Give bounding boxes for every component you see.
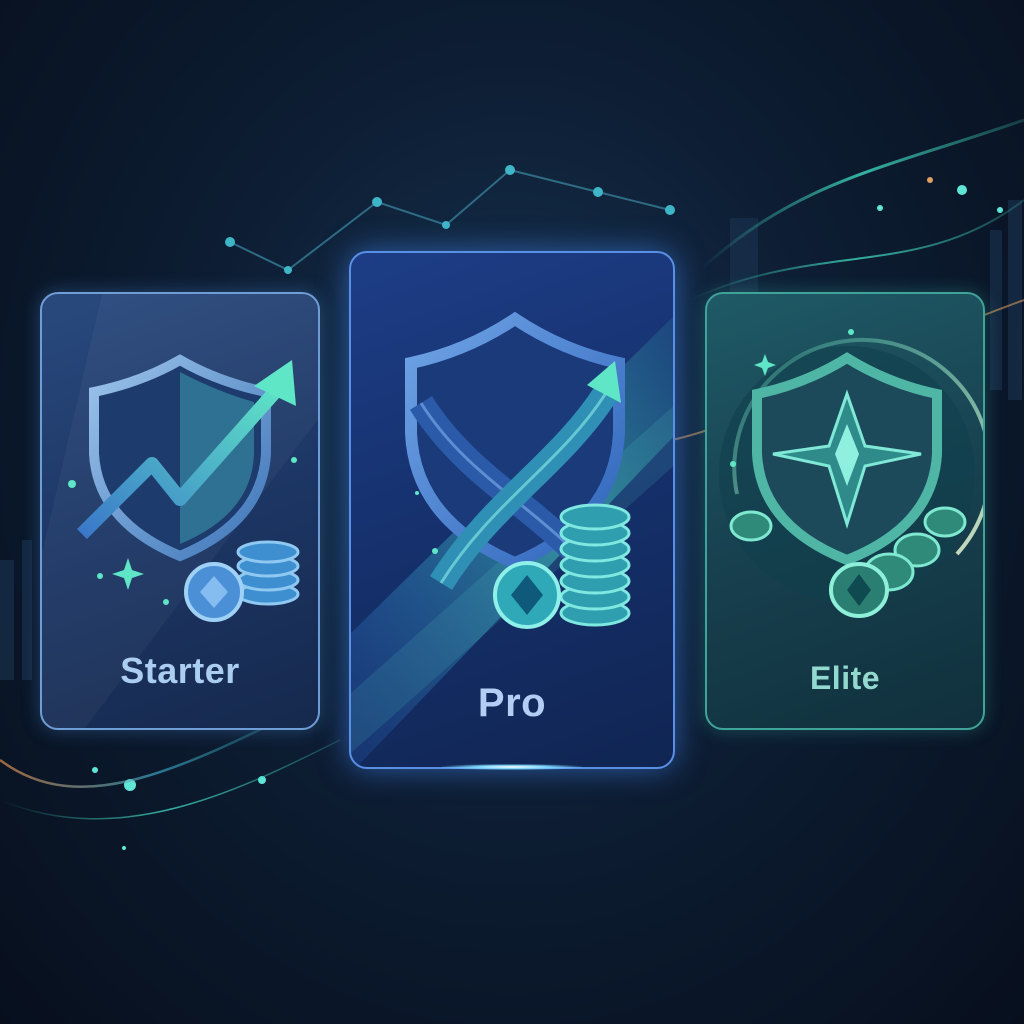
- pro-tier-title: Pro: [477, 681, 547, 725]
- pro-tier-card[interactable]: Pro: [349, 251, 675, 769]
- starter-tier-title: Starter: [120, 650, 240, 691]
- elite-tier-card[interactable]: Elite: [705, 292, 985, 730]
- elite-tier-title: Elite: [809, 660, 881, 696]
- starter-tier-card[interactable]: Starter: [40, 292, 320, 730]
- pro-card-highlight-glow: [442, 764, 582, 770]
- pricing-tiers-scene: Starter Pro Elite: [0, 0, 1024, 1024]
